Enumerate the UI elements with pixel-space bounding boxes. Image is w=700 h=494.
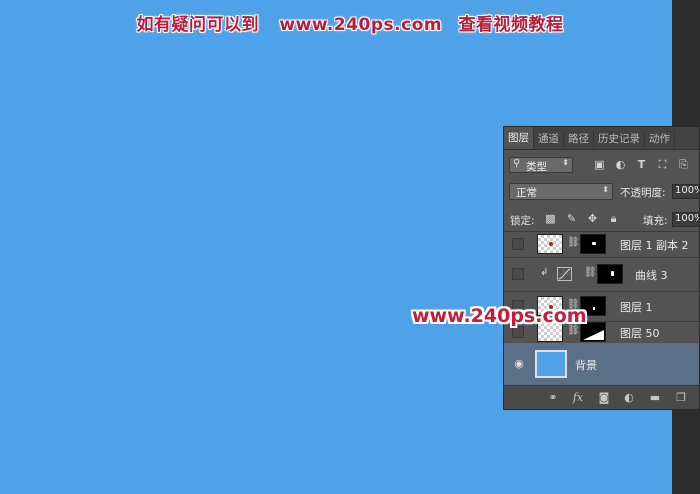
visibility-toggle[interactable] — [512, 326, 524, 338]
lock-paint-icon[interactable]: ✎ — [565, 212, 578, 225]
adjustment-layer-icon[interactable]: ◐ — [622, 391, 636, 405]
chevron-updown-icon: ⬍ — [602, 185, 609, 194]
top-banner: 如有疑问可以到 www.240ps.com 查看视频教程 — [0, 10, 700, 35]
eye-icon[interactable]: ◉ — [512, 357, 526, 370]
banner-text-2: 查看视频教程 — [458, 15, 564, 35]
layer-name: 曲线 3 — [635, 269, 668, 282]
tab-channels[interactable]: 通道 — [534, 131, 564, 149]
layer-name: 图层 50 — [620, 327, 660, 340]
panel-tabs: 图层 通道 路径 历史记录 动作 — [504, 127, 699, 150]
layers-panel: 图层 通道 路径 历史记录 动作 ⚲ 类型 ⬍ ▣ ◐ T ⛶ ⎘ 正常 ⬍ 不… — [503, 126, 700, 410]
chain-link-icon[interactable]: ⛓ — [584, 267, 597, 278]
lock-transparent-icon[interactable]: ▩ — [544, 212, 557, 225]
chain-link-icon[interactable]: ⛓ — [567, 237, 580, 248]
new-layer-icon[interactable]: ❐ — [674, 391, 688, 405]
add-mask-icon[interactable]: ◙ — [597, 391, 611, 405]
tab-history[interactable]: 历史记录 — [594, 131, 645, 149]
fill-label: 填充: — [643, 215, 668, 227]
mask-thumbnail[interactable] — [597, 264, 623, 284]
clipping-arrow-icon: ↲ — [540, 267, 549, 278]
shape-filter-icon[interactable]: ⛶ — [656, 158, 669, 171]
kind-filter-select[interactable]: ⚲ 类型 ⬍ — [509, 157, 573, 173]
lock-move-icon[interactable]: ✥ — [586, 212, 599, 225]
smart-object-filter-icon[interactable]: ⎘ — [677, 158, 690, 171]
fill-field[interactable]: 100% — [672, 212, 699, 227]
new-group-icon[interactable]: ▬ — [648, 391, 662, 405]
fx-icon[interactable]: fx — [571, 391, 585, 405]
layer-name: 背景 — [575, 359, 597, 372]
layer-row[interactable]: ↲ ⛓ 曲线 3 — [504, 257, 699, 292]
tab-paths[interactable]: 路径 — [564, 131, 594, 149]
layer-thumbnail — [535, 350, 567, 378]
image-filter-icon[interactable]: ▣ — [593, 158, 606, 171]
banner-text-1: 如有疑问可以到 — [136, 15, 259, 35]
lock-label: 锁定: — [510, 215, 535, 227]
opacity-field[interactable]: 100% — [672, 184, 699, 199]
lock-all-icon[interactable]: 🔒︎ — [607, 212, 620, 225]
visibility-toggle[interactable] — [512, 268, 524, 280]
tab-actions[interactable]: 动作 — [645, 131, 675, 149]
search-icon: ⚲ — [513, 158, 521, 169]
layer-row[interactable]: ⛓ 图层 1 副本 2 — [504, 231, 699, 258]
type-filter-icon[interactable]: T — [635, 158, 648, 171]
visibility-toggle[interactable] — [512, 238, 524, 250]
layers-panel-toolbar: ⚭ fx ◙ ◐ ▬ ❐ — [504, 385, 699, 409]
layer-thumbnail — [537, 234, 563, 254]
link-layers-icon[interactable]: ⚭ — [546, 391, 560, 405]
kind-filter-label: 类型 — [526, 161, 547, 173]
tab-layers[interactable]: 图层 — [504, 127, 534, 149]
watermark-text: www.240ps.com — [412, 305, 587, 327]
layer-name: 图层 1 副本 2 — [620, 239, 689, 252]
layer-name: 图层 1 — [620, 301, 653, 314]
layer-row-background[interactable]: ◉ 背景 — [504, 343, 699, 386]
blend-mode-select[interactable]: 正常 ⬍ — [509, 183, 613, 200]
blend-mode-value: 正常 — [516, 187, 537, 199]
lock-row: 锁定: ▩ ✎ ✥ 🔒︎ 填充: 100% — [504, 209, 699, 232]
chevron-updown-icon: ⬍ — [562, 158, 569, 167]
mask-thumbnail[interactable] — [580, 234, 606, 254]
banner-url: www.240ps.com — [279, 15, 443, 35]
curves-adjustment-icon — [557, 267, 572, 281]
adjustment-filter-icon[interactable]: ◐ — [614, 158, 627, 171]
filter-row: ⚲ 类型 ⬍ ▣ ◐ T ⛶ ⎘ — [504, 155, 699, 177]
blend-row: 正常 ⬍ 不透明度: 100% — [504, 181, 699, 203]
opacity-label: 不透明度: — [620, 187, 666, 199]
